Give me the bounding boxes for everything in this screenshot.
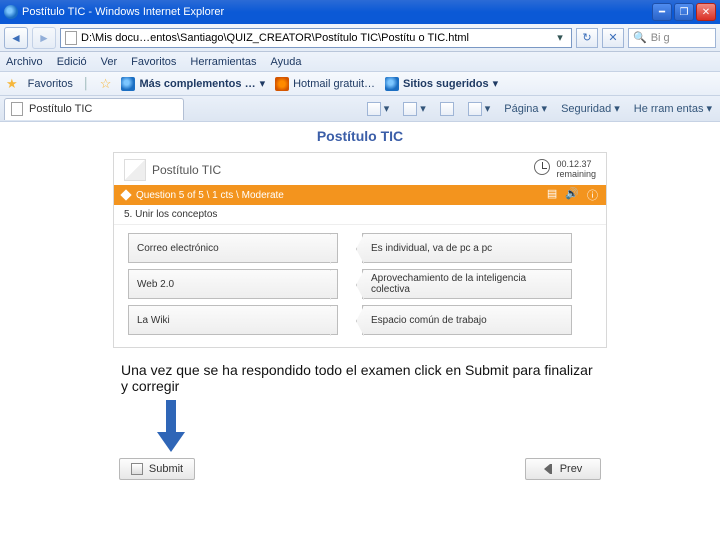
quiz-nav-footer: Submit Prev	[113, 458, 607, 490]
window-title: Postítulo TIC - Windows Internet Explore…	[22, 6, 652, 18]
menu-bar: Archivo Edició Ver Favoritos Herramienta…	[0, 52, 720, 72]
match-left-0[interactable]: Correo electrónico	[128, 233, 338, 263]
match-left-1[interactable]: Web 2.0	[128, 269, 338, 299]
sites-icon	[385, 77, 399, 91]
refresh-button[interactable]: ↻	[576, 28, 598, 48]
window-controls: ━ ❐ ✕	[652, 3, 716, 21]
match-left-2[interactable]: La Wiki	[128, 305, 338, 335]
timer-value: 00.12.37	[556, 159, 596, 169]
submit-icon	[131, 463, 143, 475]
add-favorite-icon[interactable]: ☆	[100, 76, 112, 92]
prev-label: Prev	[560, 463, 583, 475]
address-box[interactable]: ▾	[60, 28, 572, 48]
quiz-panel: Postítulo TIC 00.12.37 remaining Questio…	[113, 152, 607, 348]
address-bar-row: ◄ ► ▾ ↻ ✕ 🔍 Bi g	[0, 24, 720, 52]
address-input[interactable]	[81, 32, 549, 44]
back-button[interactable]: ◄	[4, 27, 28, 49]
match-right-0[interactable]: Es individual, va de pc a pc	[362, 233, 572, 263]
mail-icon	[440, 102, 454, 116]
page-icon	[65, 31, 77, 45]
forward-button[interactable]: ►	[32, 27, 56, 49]
question-text: 5. Unir los conceptos	[114, 205, 606, 225]
home-button[interactable]: ▾	[363, 102, 394, 116]
outline-icon[interactable]: ▤	[547, 187, 557, 203]
ie-icon	[4, 5, 18, 19]
submit-label: Submit	[149, 463, 183, 475]
sound-icon[interactable]: 🔊	[565, 187, 579, 203]
search-placeholder: Bi g	[651, 32, 670, 44]
submit-button[interactable]: Submit	[119, 458, 195, 480]
quiz-title: Postítulo TIC	[152, 163, 221, 177]
favorites-star-icon[interactable]: ★	[6, 76, 18, 92]
favorites-label[interactable]: Favoritos	[28, 78, 73, 90]
fav-mas-complementos[interactable]: Más complementos … ▾	[121, 77, 265, 91]
tab-postitulo[interactable]: Postítulo TIC	[4, 98, 184, 120]
security-menu[interactable]: Seguridad ▾	[557, 102, 624, 115]
timer-label: remaining	[556, 169, 596, 179]
page-fold-icon	[124, 159, 146, 181]
match-right-2[interactable]: Espacio común de trabajo	[362, 305, 572, 335]
feed-icon	[403, 102, 417, 116]
menu-edicion[interactable]: Edició	[57, 56, 87, 68]
favorites-bar: ★ Favoritos │ ☆ Más complementos … ▾ Hot…	[0, 72, 720, 96]
mail-button[interactable]	[436, 102, 458, 116]
print-button[interactable]: ▾	[464, 102, 495, 116]
clock-icon	[534, 159, 550, 175]
fav-sitios-sugeridos[interactable]: Sitios sugeridos ▾	[385, 77, 498, 91]
tools-menu[interactable]: He rram entas ▾	[630, 102, 716, 115]
quiz-timer: 00.12.37 remaining	[534, 159, 596, 179]
page-menu[interactable]: Página ▾	[500, 102, 551, 115]
page-content: Postítulo TIC Postítulo TIC 00.12.37 rem…	[0, 122, 720, 490]
search-box[interactable]: 🔍 Bi g	[628, 28, 716, 48]
diamond-icon	[120, 189, 131, 200]
stop-button[interactable]: ✕	[602, 28, 624, 48]
window-titlebar: Postítulo TIC - Windows Internet Explore…	[0, 0, 720, 24]
minimize-button[interactable]: ━	[652, 3, 672, 21]
close-button[interactable]: ✕	[696, 3, 716, 21]
arrow-down-icon	[157, 400, 185, 452]
menu-herramientas[interactable]: Herramientas	[190, 56, 256, 68]
page-title: Postítulo TIC	[40, 128, 680, 144]
home-icon	[367, 102, 381, 116]
fav-hotmail[interactable]: Hotmail gratuit…	[275, 77, 375, 91]
prev-button[interactable]: Prev	[525, 458, 601, 480]
print-icon	[468, 102, 482, 116]
ie-small-icon	[121, 77, 135, 91]
quiz-header: Postítulo TIC 00.12.37 remaining	[114, 153, 606, 185]
menu-ayuda[interactable]: Ayuda	[270, 56, 301, 68]
search-icon: 🔍	[633, 31, 647, 44]
match-right-1[interactable]: Aprovechamiento de la inteligencia colec…	[362, 269, 572, 299]
tab-row: Postítulo TIC ▾ ▾ ▾ Página ▾ Seguridad ▾…	[0, 96, 720, 122]
maximize-button[interactable]: ❐	[674, 3, 694, 21]
tab-label: Postítulo TIC	[29, 103, 92, 115]
instruction-text: Una vez que se ha respondido todo el exa…	[113, 362, 607, 394]
callout-arrow	[113, 400, 607, 452]
prev-icon	[544, 464, 554, 474]
tab-page-icon	[11, 102, 23, 116]
menu-archivo[interactable]: Archivo	[6, 56, 43, 68]
feeds-button[interactable]: ▾	[399, 102, 430, 116]
matching-grid: Correo electrónico Es individual, va de …	[114, 225, 606, 347]
menu-ver[interactable]: Ver	[101, 56, 118, 68]
quiz-progress-text: Question 5 of 5 \ 1 cts \ Moderate	[136, 190, 284, 201]
info-icon[interactable]: ⓘ	[587, 187, 598, 203]
address-dropdown-icon[interactable]: ▾	[553, 28, 567, 48]
quiz-progress-bar: Question 5 of 5 \ 1 cts \ Moderate ▤ 🔊 ⓘ	[114, 185, 606, 205]
hotmail-icon	[275, 77, 289, 91]
menu-favoritos[interactable]: Favoritos	[131, 56, 176, 68]
command-bar: ▾ ▾ ▾ Página ▾ Seguridad ▾ He rram entas…	[363, 102, 716, 116]
